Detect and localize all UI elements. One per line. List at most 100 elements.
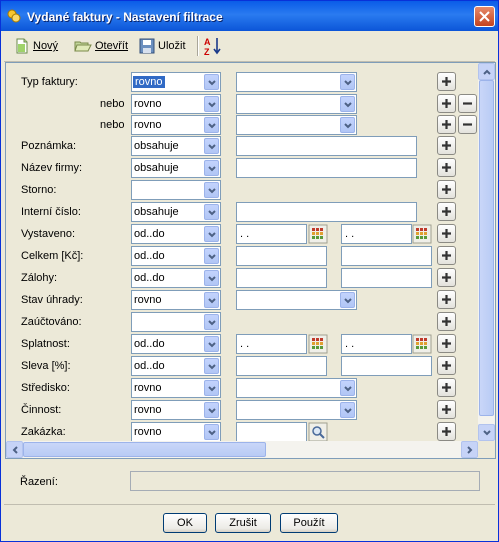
operator-select[interactable]: rovno: [131, 72, 221, 92]
dropdown-button[interactable]: [340, 402, 355, 418]
dropdown-button[interactable]: [204, 380, 219, 396]
operator-select[interactable]: od..do: [131, 334, 221, 354]
vertical-scroll-thumb[interactable]: [479, 80, 494, 416]
value-select[interactable]: [236, 72, 357, 92]
add-condition-button[interactable]: [437, 158, 456, 177]
operator-select[interactable]: rovno: [131, 400, 221, 420]
add-condition-button[interactable]: [437, 334, 456, 353]
operator-select[interactable]: obsahuje: [131, 202, 221, 222]
range-to-input[interactable]: [341, 246, 432, 266]
scroll-down-button[interactable]: [478, 424, 495, 441]
add-condition-button[interactable]: [437, 400, 456, 419]
filter-scroll-area[interactable]: Typ faktury: rovno nebo rovno nebo rovno Pozná…: [5, 62, 496, 459]
scroll-left-button[interactable]: [6, 441, 23, 458]
value-select[interactable]: [236, 290, 357, 310]
add-condition-button[interactable]: [437, 224, 456, 243]
range-from-input[interactable]: [236, 356, 327, 376]
vertical-scrollbar[interactable]: [478, 63, 495, 441]
dropdown-button[interactable]: [204, 96, 219, 112]
save-button[interactable]: Uložit: [139, 36, 186, 56]
dropdown-button[interactable]: [204, 204, 219, 220]
add-condition-button[interactable]: [437, 202, 456, 221]
sort-button[interactable]: AZ: [204, 36, 222, 56]
remove-condition-button[interactable]: [458, 94, 477, 113]
sort-order-field[interactable]: [130, 471, 480, 491]
new-button[interactable]: Nový: [14, 36, 58, 56]
lookup-input[interactable]: [236, 422, 307, 442]
date-to-calendar-button[interactable]: [412, 334, 432, 354]
add-condition-button[interactable]: [437, 180, 456, 199]
date-from-input[interactable]: . .: [236, 334, 307, 354]
add-condition-button[interactable]: [437, 72, 456, 91]
operator-select[interactable]: od..do: [131, 268, 221, 288]
date-to-input[interactable]: . .: [341, 224, 412, 244]
date-to-calendar-button[interactable]: [412, 224, 432, 244]
dropdown-button[interactable]: [204, 424, 219, 440]
scroll-up-button[interactable]: [478, 63, 495, 80]
value-input[interactable]: [236, 158, 417, 178]
operator-select[interactable]: obsahuje: [131, 136, 221, 156]
dropdown-button[interactable]: [204, 270, 219, 286]
add-condition-button[interactable]: [437, 378, 456, 397]
apply-button[interactable]: Použít: [280, 513, 338, 533]
add-condition-button[interactable]: [437, 246, 456, 265]
dropdown-button[interactable]: [204, 292, 219, 308]
range-to-input[interactable]: [341, 356, 432, 376]
dropdown-button[interactable]: [204, 226, 219, 242]
value-select[interactable]: [236, 378, 357, 398]
dropdown-button[interactable]: [204, 358, 219, 374]
date-from-calendar-button[interactable]: [308, 334, 328, 354]
range-from-input[interactable]: [236, 268, 327, 288]
operator-select[interactable]: rovno: [131, 422, 221, 442]
title-bar[interactable]: Vydané faktury - Nastavení filtrace: [1, 1, 498, 31]
value-select[interactable]: [236, 115, 357, 135]
operator-select[interactable]: od..do: [131, 246, 221, 266]
add-condition-button[interactable]: [437, 94, 456, 113]
operator-select[interactable]: rovno: [131, 378, 221, 398]
cancel-button[interactable]: Zrušit: [215, 513, 271, 533]
operator-select[interactable]: rovno: [131, 290, 221, 310]
range-to-input[interactable]: [341, 268, 432, 288]
value-input[interactable]: [236, 136, 417, 156]
dropdown-button[interactable]: [204, 160, 219, 176]
ok-button[interactable]: OK: [163, 513, 207, 533]
dropdown-button[interactable]: [204, 314, 219, 330]
date-to-input[interactable]: . .: [341, 334, 412, 354]
dropdown-button[interactable]: [204, 248, 219, 264]
add-condition-button[interactable]: [437, 115, 456, 134]
dropdown-button[interactable]: [204, 138, 219, 154]
value-select[interactable]: [236, 94, 357, 114]
horizontal-scrollbar[interactable]: [6, 441, 478, 458]
dropdown-button[interactable]: [340, 96, 355, 112]
lookup-button[interactable]: [308, 422, 328, 442]
add-condition-button[interactable]: [437, 422, 456, 441]
dropdown-button[interactable]: [340, 292, 355, 308]
date-from-calendar-button[interactable]: [308, 224, 328, 244]
add-condition-button[interactable]: [437, 268, 456, 287]
dropdown-button[interactable]: [204, 182, 219, 198]
dropdown-button[interactable]: [204, 336, 219, 352]
operator-select[interactable]: rovno: [131, 115, 221, 135]
horizontal-scroll-thumb[interactable]: [23, 442, 266, 457]
add-condition-button[interactable]: [437, 136, 456, 155]
operator-select[interactable]: obsahuje: [131, 158, 221, 178]
range-from-input[interactable]: [236, 246, 327, 266]
operator-select[interactable]: rovno: [131, 94, 221, 114]
close-button[interactable]: [474, 6, 495, 27]
value-input[interactable]: [236, 202, 417, 222]
scroll-right-button[interactable]: [461, 441, 478, 458]
dropdown-button[interactable]: [204, 74, 219, 90]
date-from-input[interactable]: . .: [236, 224, 307, 244]
operator-select[interactable]: [131, 180, 221, 200]
add-condition-button[interactable]: [437, 290, 456, 309]
operator-select[interactable]: od..do: [131, 356, 221, 376]
operator-select[interactable]: od..do: [131, 224, 221, 244]
operator-select[interactable]: [131, 312, 221, 332]
remove-condition-button[interactable]: [458, 115, 477, 134]
dropdown-button[interactable]: [204, 402, 219, 418]
dropdown-button[interactable]: [340, 380, 355, 396]
dropdown-button[interactable]: [340, 74, 355, 90]
dropdown-button[interactable]: [204, 117, 219, 133]
add-condition-button[interactable]: [437, 312, 456, 331]
add-condition-button[interactable]: [437, 356, 456, 375]
